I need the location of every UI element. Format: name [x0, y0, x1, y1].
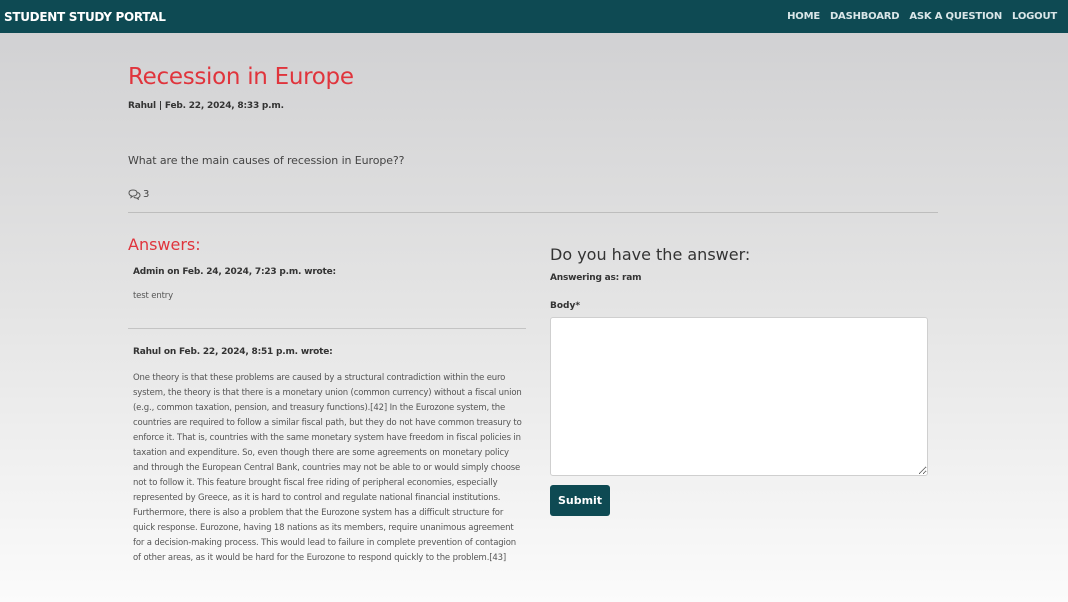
- answer-meta: Admin on Feb. 24, 2024, 7:23 p.m. wrote:: [133, 267, 336, 277]
- navbar: STUDENT STUDY PORTAL HOME DASHBOARD ASK …: [0, 0, 1068, 33]
- answers-heading: Answers:: [128, 235, 201, 254]
- answering-as-label: Answering as: ram: [550, 273, 642, 283]
- answer-item: Admin on Feb. 24, 2024, 7:23 p.m. wrote:…: [133, 267, 523, 304]
- answer-meta: Rahul on Feb. 22, 2024, 8:51 p.m. wrote:: [133, 347, 333, 357]
- brand-link[interactable]: STUDENT STUDY PORTAL: [4, 10, 166, 24]
- nav-logout-link[interactable]: LOGOUT: [1012, 11, 1057, 22]
- nav-dashboard-link[interactable]: DASHBOARD: [830, 11, 900, 22]
- question-body: What are the main causes of recession in…: [128, 154, 405, 167]
- answer-body-textarea[interactable]: [550, 317, 928, 476]
- answer-form-heading: Do you have the answer:: [550, 245, 751, 264]
- nav-ask-question-link[interactable]: ASK A QUESTION: [909, 11, 1002, 22]
- question-title: Recession in Europe: [128, 64, 354, 90]
- answer-body: test entry: [133, 291, 173, 301]
- answer-divider: [128, 328, 526, 329]
- body-field-label: Body*: [550, 301, 581, 311]
- divider: [128, 212, 938, 213]
- nav-home-link[interactable]: HOME: [787, 11, 820, 22]
- answer-body: One theory is that these problems are ca…: [133, 373, 522, 563]
- comment-count[interactable]: 3: [128, 189, 149, 200]
- comment-count-value: 3: [143, 189, 150, 200]
- nav-links: HOME DASHBOARD ASK A QUESTION LOGOUT: [787, 11, 1057, 22]
- question-meta: Rahul | Feb. 22, 2024, 8:33 p.m.: [128, 101, 284, 111]
- answer-item: Rahul on Feb. 22, 2024, 8:51 p.m. wrote:…: [133, 347, 523, 566]
- comments-icon: [128, 189, 141, 200]
- submit-button[interactable]: Submit: [550, 485, 610, 516]
